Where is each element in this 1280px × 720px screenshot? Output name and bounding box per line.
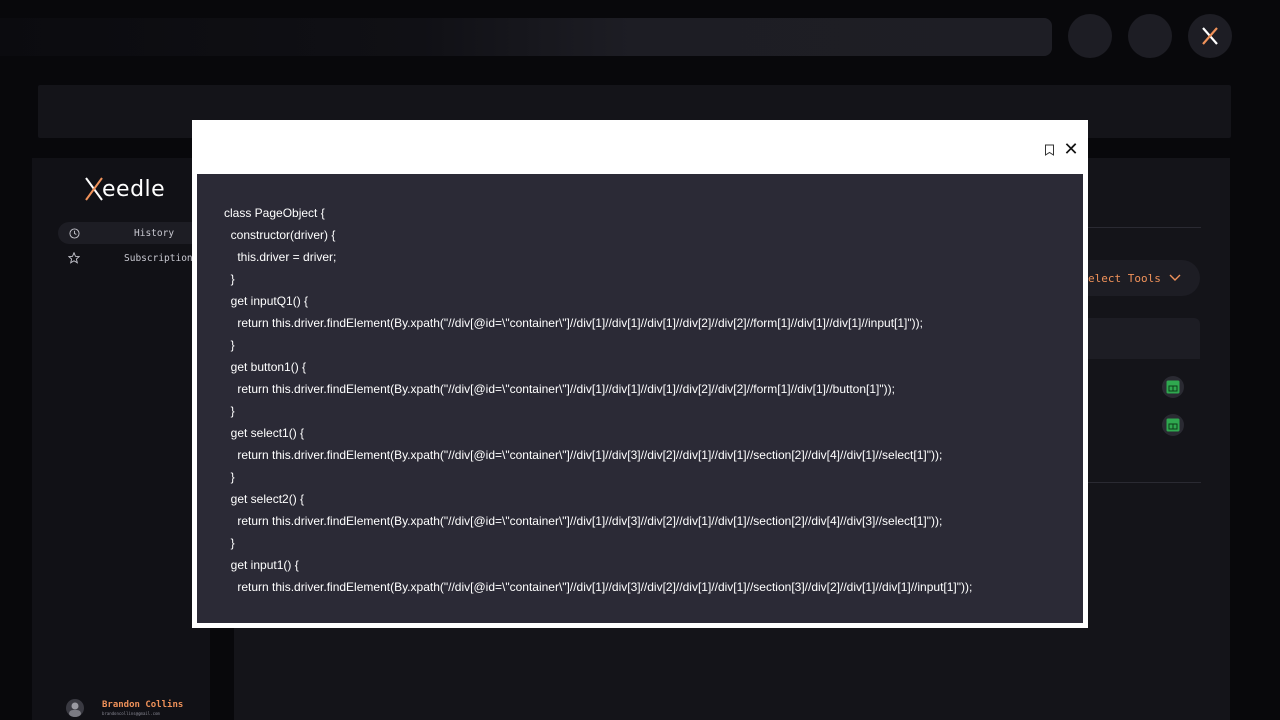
code-line: get input1() { — [224, 558, 299, 572]
code-line: return this.driver.findElement(By.xpath(… — [224, 382, 895, 396]
code-line: get select1() { — [224, 426, 305, 440]
copy-icon — [1044, 144, 1054, 156]
code-block: class PageObject { constructor(driver) {… — [197, 174, 1083, 623]
sidebar-item-subscription[interactable]: Subscription — [58, 247, 210, 269]
copy-button[interactable] — [1042, 143, 1056, 157]
sidebar-item-label: Subscription — [124, 252, 193, 264]
divider — [1088, 227, 1201, 228]
logo-text: eedle — [102, 176, 166, 202]
code-line: class PageObject { — [224, 206, 325, 220]
divider — [1088, 482, 1201, 483]
user-profile[interactable]: Brandon Collins brandoncollins@gmail.com — [66, 696, 210, 720]
code-line: get inputQ1() { — [224, 294, 309, 308]
code-line: constructor(driver) { — [224, 228, 336, 242]
x-logo-icon — [1202, 27, 1218, 45]
chevron-down-icon — [1169, 274, 1181, 281]
code-line: } — [224, 338, 235, 352]
code-line: return this.driver.findElement(By.xpath(… — [224, 448, 943, 462]
close-button[interactable]: ✕ — [1062, 140, 1080, 158]
spreadsheet-icon[interactable] — [1162, 376, 1184, 398]
close-icon: ✕ — [1063, 139, 1079, 159]
sidebar-item-history[interactable]: History — [58, 222, 210, 244]
code-line: this.driver = driver; — [224, 250, 337, 264]
code-line: return this.driver.findElement(By.xpath(… — [224, 580, 973, 594]
user-email: brandoncollins@gmail.com — [102, 711, 160, 716]
brand-logo[interactable]: eedle — [84, 172, 165, 206]
code-line: get select2() { — [224, 492, 305, 506]
settings-button[interactable] — [1128, 14, 1172, 58]
code-line: } — [224, 536, 235, 550]
sidebar-item-label: History — [134, 227, 175, 239]
profile-logo-button[interactable] — [1188, 14, 1232, 58]
code-line: return this.driver.findElement(By.xpath(… — [224, 514, 943, 528]
code-line: } — [224, 272, 235, 286]
code-modal: ✕ class PageObject { constructor(driver)… — [192, 120, 1088, 628]
code-line: } — [224, 470, 235, 484]
select-tools-label: elect Tools — [1088, 271, 1161, 285]
clock-icon — [68, 227, 80, 239]
list-header — [1088, 318, 1200, 359]
user-name: Brandon Collins — [102, 700, 184, 710]
code-line: get button1() { — [224, 360, 307, 374]
spreadsheet-icon[interactable] — [1162, 414, 1184, 436]
select-tools-dropdown[interactable]: elect Tools — [1088, 260, 1200, 296]
code-line: } — [224, 404, 235, 418]
code-line: return this.driver.findElement(By.xpath(… — [224, 316, 923, 330]
sidebar: eedle History Subscription Brandon Colli… — [32, 158, 210, 720]
star-icon — [68, 252, 80, 264]
x-logo-icon — [85, 177, 103, 201]
avatar — [66, 699, 84, 717]
search-bar[interactable] — [0, 18, 1052, 56]
notification-button[interactable] — [1068, 14, 1112, 58]
